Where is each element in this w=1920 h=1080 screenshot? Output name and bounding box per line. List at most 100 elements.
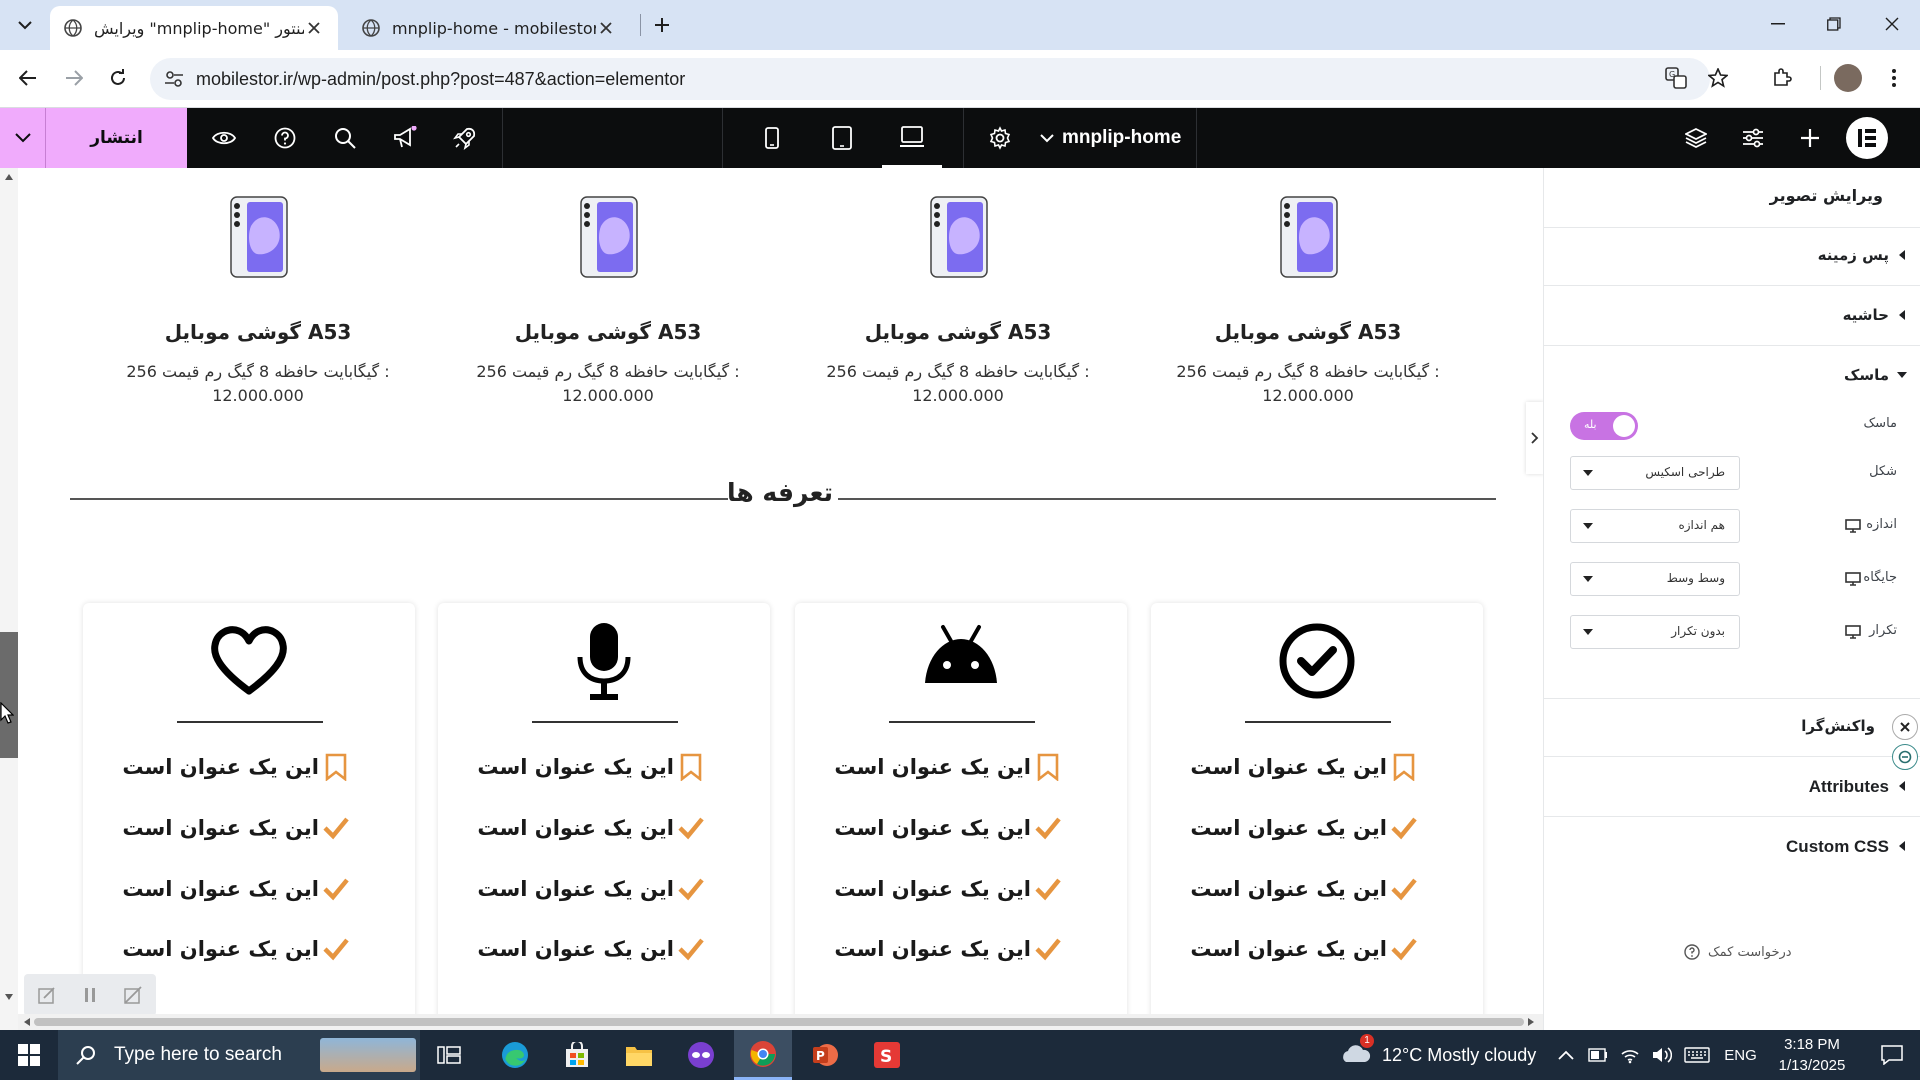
screen-recorder-app[interactable]: S xyxy=(858,1030,916,1080)
section-mask[interactable]: ماسک xyxy=(1544,348,1920,406)
device-desktop-button[interactable] xyxy=(882,108,942,168)
close-icon[interactable] xyxy=(304,18,324,38)
close-icon[interactable] xyxy=(596,18,616,38)
store-app[interactable] xyxy=(548,1030,606,1080)
section-background[interactable]: پس زمینه xyxy=(1544,228,1920,286)
address-bar[interactable]: mobilestor.ir/wp-admin/post.php?post=487… xyxy=(150,58,1710,100)
panel-collapse-button[interactable] xyxy=(1526,402,1544,474)
scrollbar-thumb[interactable] xyxy=(34,1018,1524,1026)
shape-select[interactable]: طراحی اسکیس xyxy=(1570,456,1740,490)
desktop-icon[interactable] xyxy=(1845,572,1861,586)
publish-options-button[interactable] xyxy=(0,108,46,168)
scroll-up-icon[interactable] xyxy=(5,174,13,180)
bookmark-star-button[interactable] xyxy=(1700,60,1736,96)
horizontal-scrollbar[interactable] xyxy=(18,1014,1543,1030)
close-circle-icon[interactable] xyxy=(1892,714,1918,740)
edit-icon[interactable] xyxy=(37,986,56,1004)
tab-elementor-editor[interactable]: ویرایش "mnplip-home" با المنتور xyxy=(50,6,338,50)
publish-button[interactable]: انتشار xyxy=(46,128,187,148)
scroll-down-icon[interactable] xyxy=(5,994,13,1000)
scroll-left-icon[interactable] xyxy=(24,1018,30,1026)
site-settings-button[interactable] xyxy=(1723,108,1783,168)
minimize-button[interactable] xyxy=(1754,8,1802,40)
feature-text: این یک عنوان است xyxy=(122,755,319,779)
add-element-button[interactable] xyxy=(1780,108,1840,168)
vpn-app[interactable] xyxy=(672,1030,730,1080)
avatar[interactable] xyxy=(1834,64,1862,92)
plan-card[interactable]: این یک عنوان است این یک عنوان است این یک… xyxy=(1151,603,1483,1030)
chevron-right-icon xyxy=(1531,432,1539,444)
battery-icon[interactable] xyxy=(1588,1048,1608,1062)
page-settings-button[interactable] xyxy=(970,108,1030,168)
powerpoint-app[interactable]: P xyxy=(796,1030,854,1080)
clock[interactable]: 3:18 PM 1/13/2025 xyxy=(1752,1034,1872,1076)
finder-button[interactable] xyxy=(315,108,375,168)
elementor-logo-button[interactable] xyxy=(1846,117,1888,159)
weather-icon[interactable]: 1 xyxy=(1340,1034,1374,1070)
device-tablet-button[interactable] xyxy=(812,108,872,168)
vertical-scrollbar[interactable] xyxy=(0,168,18,1030)
notifications-button[interactable] xyxy=(375,108,435,168)
size-select[interactable]: هم اندازه xyxy=(1570,509,1740,543)
section-custom-css[interactable]: Custom CSS xyxy=(1544,819,1920,877)
chrome-app[interactable] xyxy=(734,1030,792,1080)
pause-icon[interactable] xyxy=(83,987,97,1003)
plan-card[interactable]: این یک عنوان است این یک عنوان است این یک… xyxy=(438,603,770,1030)
back-button[interactable] xyxy=(10,60,46,96)
reload-button[interactable] xyxy=(100,60,136,96)
editor-canvas[interactable]: گوشی موبایل A53 256 گیگابایت حافظه 8 گیگ… xyxy=(0,168,1543,1030)
site-settings-icon[interactable] xyxy=(164,70,184,88)
product-card[interactable]: گوشی موبایل A53 256 گیگابایت حافظه 8 گیگ… xyxy=(433,168,783,408)
section-responsive[interactable]: واکنش‌گرا xyxy=(1544,699,1920,757)
translate-button[interactable]: G xyxy=(1658,60,1694,96)
restore-button[interactable] xyxy=(1810,8,1858,40)
hide-icon[interactable] xyxy=(124,986,142,1004)
plan-card[interactable]: این یک عنوان است این یک عنوان است این یک… xyxy=(795,603,1127,1030)
wifi-icon[interactable] xyxy=(1620,1046,1640,1064)
document-name-button[interactable]: mnplip-home xyxy=(1040,108,1181,168)
need-help-link[interactable]: درخواست کمک xyxy=(1684,944,1792,960)
section-border[interactable]: حاشیه xyxy=(1544,288,1920,346)
product-specs: 256 گیگابایت حافظه 8 گیگ رم قیمت : xyxy=(476,362,740,381)
browser-menu-button[interactable] xyxy=(1876,60,1912,96)
forward-button[interactable] xyxy=(56,60,92,96)
scrollbar-thumb[interactable] xyxy=(0,632,18,758)
extensions-button[interactable] xyxy=(1764,60,1800,96)
start-button[interactable] xyxy=(0,1030,58,1080)
tab-mobilestore[interactable]: mnplip-home - mobilestore xyxy=(348,6,630,50)
help-circle-icon xyxy=(274,127,296,149)
repeat-select[interactable]: بدون تکرار xyxy=(1570,615,1740,649)
section-attributes[interactable]: Attributes xyxy=(1544,759,1920,817)
file-explorer-app[interactable] xyxy=(610,1030,668,1080)
help-button[interactable] xyxy=(255,108,315,168)
desktop-icon[interactable] xyxy=(1845,625,1861,639)
notifications-button[interactable] xyxy=(1870,1030,1914,1080)
weather-text[interactable]: 12°C Mostly cloudy xyxy=(1382,1045,1536,1066)
feature-row: این یک عنوان است xyxy=(83,931,415,971)
section-heading[interactable]: تعرفه ها xyxy=(0,478,1543,518)
position-select[interactable]: وسط وسط xyxy=(1570,562,1740,596)
preview-button[interactable] xyxy=(194,108,254,168)
edge-app[interactable] xyxy=(486,1030,544,1080)
check-icon xyxy=(678,938,704,961)
task-view-button[interactable] xyxy=(420,1030,478,1080)
taskbar-search[interactable]: Type here to search xyxy=(58,1030,420,1080)
structure-button[interactable] xyxy=(1666,108,1726,168)
toolbar-separator xyxy=(963,108,964,168)
keyboard-icon[interactable] xyxy=(1684,1047,1710,1063)
new-tab-button[interactable] xyxy=(644,7,680,43)
launchpad-button[interactable] xyxy=(435,108,495,168)
chevron-up-icon[interactable] xyxy=(1558,1050,1574,1060)
speaker-icon[interactable] xyxy=(1652,1046,1673,1064)
repeat-row: تکرار بدون تکرار xyxy=(1544,615,1920,651)
tab-search-button[interactable] xyxy=(8,12,42,38)
device-mobile-button[interactable] xyxy=(742,108,802,168)
mask-switch[interactable]: بله xyxy=(1570,412,1638,440)
close-window-button[interactable] xyxy=(1868,8,1916,40)
plan-card[interactable]: این یک عنوان است این یک عنوان است این یک… xyxy=(83,603,415,1030)
scroll-right-icon[interactable] xyxy=(1528,1018,1534,1026)
product-card[interactable]: گوشی موبایل A53 256 گیگابایت حافظه 8 گیگ… xyxy=(83,168,433,408)
desktop-icon[interactable] xyxy=(1845,519,1861,533)
product-card[interactable]: گوشی موبایل A53 256 گیگابایت حافظه 8 گیگ… xyxy=(783,168,1133,408)
product-card[interactable]: گوشی موبایل A53 256 گیگابایت حافظه 8 گیگ… xyxy=(1133,168,1483,408)
